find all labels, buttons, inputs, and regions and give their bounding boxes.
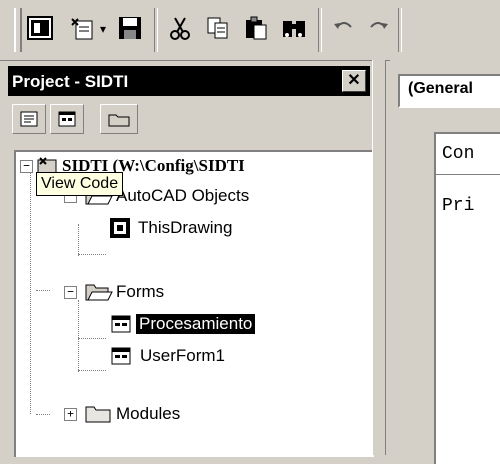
paste-icon [246,16,267,40]
undo-icon [334,22,352,29]
view-autocad-icon [27,16,53,40]
tree-node-label: AutoCAD Objects [116,186,250,205]
insert-dropdown-arrow[interactable]: ▾ [100,22,106,36]
find-button[interactable] [276,8,312,48]
close-button[interactable]: ✕ [342,70,366,92]
folder-icon [85,406,111,423]
view-object-button[interactable] [50,104,84,134]
view-object-icon [58,111,76,127]
project-explorer: Project - SIDTI ✕ − SIDTI (W:\Config\SID… [8,60,374,457]
code-line: Pri [442,196,475,216]
insert-userform-button[interactable] [64,8,100,48]
userform-icon [111,315,131,333]
project-tree[interactable]: − SIDTI (W:\Config\SIDTI − AutoCAD Objec… [14,150,374,457]
toolbar-grip[interactable] [14,8,22,52]
code-line: Con [442,144,475,164]
redo-button[interactable] [360,8,396,48]
view-code-button[interactable] [12,104,46,134]
userform-icon [111,347,131,365]
procedure-separator [436,174,500,175]
project-explorer-titlebar[interactable]: Project - SIDTI ✕ [8,66,370,96]
save-button[interactable] [112,8,148,48]
collapse-toggle[interactable]: − [20,160,33,173]
object-combo[interactable]: (General [398,74,500,108]
panel-splitter[interactable] [372,60,386,455]
toggle-folders-button[interactable] [100,104,138,134]
expand-toggle[interactable]: + [64,408,77,421]
code-window: (General Con Pri [390,60,500,464]
standard-toolbar: ▾ [0,0,500,61]
tree-node-label: Forms [116,282,165,301]
project-explorer-toolbar [8,98,370,146]
undo-button[interactable] [326,8,362,48]
cut-button[interactable] [162,8,198,48]
copy-button[interactable] [200,8,236,48]
view-code-icon [20,111,38,127]
paste-button[interactable] [238,8,274,48]
tree-node-label: Modules [116,404,181,423]
tree-node-label: UserForm1 [140,346,226,365]
redo-icon [370,22,388,29]
project-explorer-title: Project - SIDTI [12,72,129,91]
tree-node-label: Procesamiento [134,313,257,335]
view-code-tooltip: View Code [36,172,124,196]
tree-node-label: ThisDrawing [138,218,233,237]
collapse-toggle[interactable]: − [64,286,77,299]
copy-icon [207,17,228,39]
code-margin [390,132,430,462]
cut-icon [170,17,190,40]
folder-icon [108,114,130,127]
close-icon: ✕ [347,72,361,89]
find-icon [283,21,305,37]
drawing-object-icon [110,218,130,238]
object-combo-value: (General [408,80,473,97]
insert-userform-icon [71,18,93,40]
open-folder-icon [85,284,113,301]
view-autocad-button[interactable] [22,8,58,48]
save-icon [119,17,141,39]
code-editor[interactable]: Con Pri [434,132,500,464]
